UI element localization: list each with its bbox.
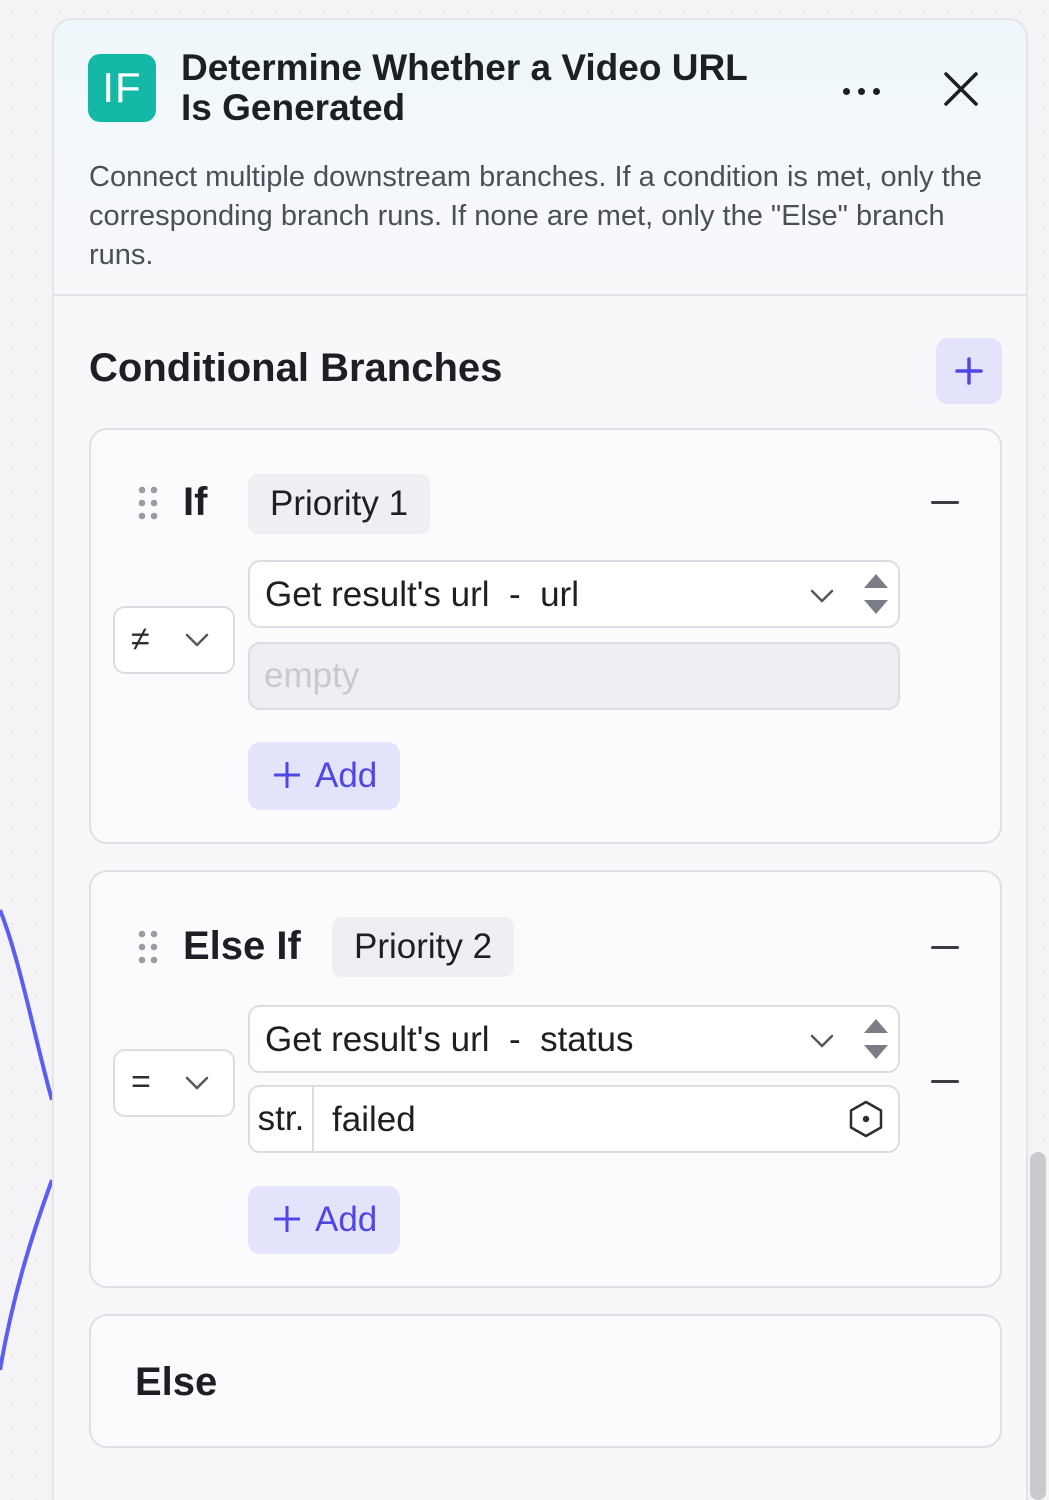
value-text: failed (332, 1100, 416, 1139)
if-node-icon: IF (88, 54, 156, 122)
add-condition-button[interactable]: Add (248, 1186, 400, 1254)
branch-label: If (183, 480, 208, 524)
variable-reference-icon[interactable] (846, 1099, 886, 1139)
drag-handle-icon[interactable] (137, 929, 159, 965)
workflow-edge (0, 909, 54, 1371)
priority-tag: Priority 1 (248, 474, 431, 534)
plus-icon (274, 762, 300, 788)
add-branch-button[interactable] (936, 338, 1002, 404)
more-icon[interactable] (834, 76, 888, 106)
priority-tag: Priority 2 (332, 917, 515, 977)
chevron-down-icon (810, 589, 834, 603)
remove-condition-button[interactable] (929, 1067, 963, 1097)
remove-branch-button[interactable] (929, 488, 963, 518)
chevron-down-icon (185, 633, 209, 647)
value-input[interactable]: str. failed (248, 1085, 900, 1153)
add-condition-button[interactable]: Add (248, 742, 400, 810)
node-description: Connect multiple downstream branches. If… (89, 161, 983, 271)
condition-node-panel: IF Determine Whether a Video URL Is Gene… (52, 18, 1028, 1500)
remove-branch-button[interactable] (929, 933, 963, 963)
operator-select[interactable]: = (113, 1049, 235, 1117)
branch-card-else-if: Else If Priority 2 = Get result's url - … (89, 870, 1002, 1288)
branch-label: Else (135, 1360, 218, 1404)
branch-label: Else If (183, 924, 301, 968)
branch-card-else: Else (89, 1314, 1002, 1448)
chevron-down-icon (185, 1076, 209, 1090)
stepper-icon[interactable] (860, 1013, 892, 1065)
variable-select[interactable]: Get result's url - url (248, 560, 900, 628)
variable-value: Get result's url - url (265, 575, 579, 614)
variable-select[interactable]: Get result's url - status (248, 1005, 900, 1073)
plus-icon (274, 1206, 300, 1232)
plus-icon (955, 357, 983, 385)
panel-header: IF Determine Whether a Video URL Is Gene… (54, 20, 1026, 296)
variable-value: Get result's url - status (265, 1020, 634, 1059)
branch-card-if: If Priority 1 ≠ Get result's url - url e… (89, 428, 1002, 844)
value-type-label[interactable]: str. (250, 1087, 314, 1151)
stepper-icon[interactable] (860, 568, 892, 620)
add-condition-label: Add (315, 756, 378, 795)
add-condition-label: Add (315, 1200, 378, 1239)
node-title[interactable]: Determine Whether a Video URL Is Generat… (181, 48, 781, 128)
section-title: Conditional Branches (89, 346, 503, 390)
drag-handle-icon[interactable] (137, 485, 159, 521)
chevron-down-icon (810, 1034, 834, 1048)
operator-value: = (131, 1063, 151, 1101)
panel-scrollbar[interactable] (1030, 1152, 1046, 1500)
close-icon[interactable] (942, 70, 980, 108)
operator-value: ≠ (131, 620, 150, 658)
value-input[interactable]: empty (248, 642, 900, 710)
operator-select[interactable]: ≠ (113, 606, 235, 674)
